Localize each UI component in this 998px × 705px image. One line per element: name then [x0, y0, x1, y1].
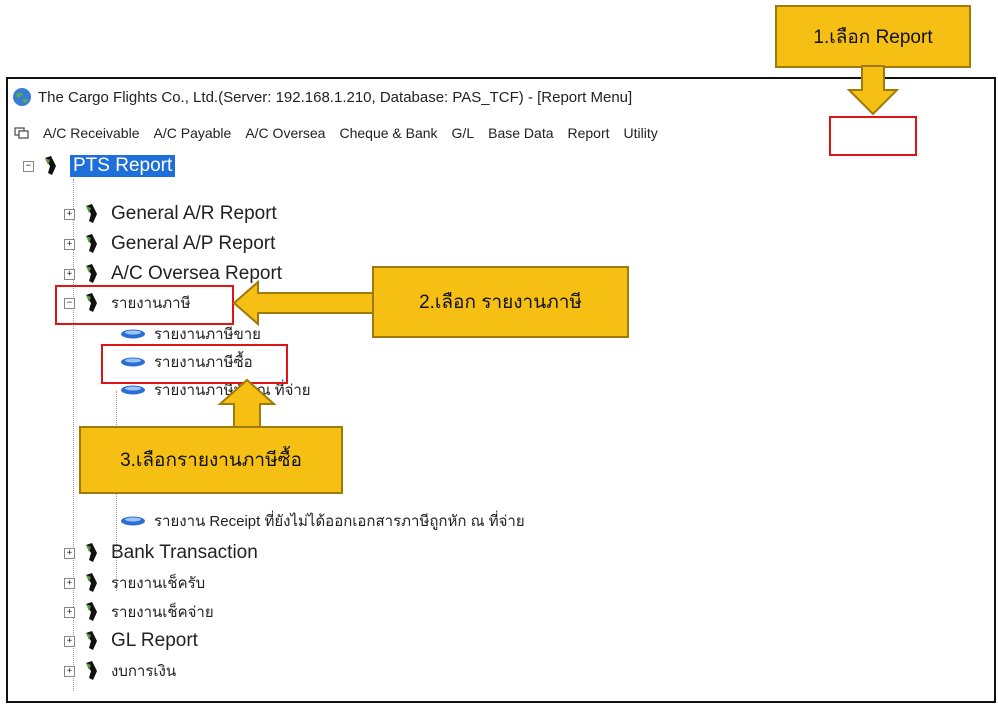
tree-group-label: รายงานเช็ครับ [111, 575, 206, 592]
app-globe-icon [13, 88, 31, 106]
callout-step1-text: 1.เลือก Report [813, 26, 933, 48]
tree-group-cheque-received[interactable]: + รายงานเช็ครับ [64, 570, 205, 596]
menu-gl[interactable]: G/L [445, 125, 482, 141]
menu-utility[interactable]: Utility [617, 125, 665, 141]
report-folder-icon [86, 234, 97, 253]
tree-group-label: งบการเงิน [111, 663, 177, 680]
report-folder-icon [86, 602, 97, 621]
menu-ac-receivable[interactable]: A/C Receivable [36, 125, 147, 141]
expand-toggle[interactable]: + [64, 238, 75, 250]
report-folder-icon [45, 156, 56, 175]
menu-report[interactable]: Report [561, 125, 617, 141]
report-item-icon [121, 385, 145, 395]
tree-group-bank[interactable]: + Bank Transaction [64, 540, 258, 566]
expand-toggle[interactable]: + [64, 577, 75, 589]
collapse-toggle[interactable]: − [23, 160, 34, 172]
report-folder-icon [86, 204, 97, 223]
tree-group-label: General A/R Report [111, 203, 277, 224]
expand-toggle[interactable]: + [64, 268, 75, 280]
tree-item-receipt-withholding[interactable]: รายงาน Receipt ที่ยังไม่ได้ออกเอกสารภาษี… [120, 508, 525, 534]
menu-cheque-bank[interactable]: Cheque & Bank [332, 125, 444, 141]
menu-ac-payable[interactable]: A/C Payable [147, 125, 239, 141]
menu-ac-oversea[interactable]: A/C Oversea [238, 125, 332, 141]
highlight-report-menu [829, 116, 917, 156]
window-title: The Cargo Flights Co., Ltd.(Server: 192.… [38, 88, 633, 106]
tree-group-label: รายงานเช็คจ่าย [111, 604, 214, 621]
tree-root[interactable]: − PTS Report [23, 153, 176, 179]
tree-group-cheque-paid[interactable]: + รายงานเช็คจ่าย [64, 599, 214, 625]
expand-toggle[interactable]: + [64, 208, 75, 220]
mdi-child-icon[interactable] [14, 126, 30, 140]
expand-toggle[interactable]: + [64, 606, 75, 618]
tree-group-financial[interactable]: + งบการเงิน [64, 658, 176, 684]
report-item-icon [121, 329, 145, 339]
report-folder-icon [86, 543, 97, 562]
report-menu-window: The Cargo Flights Co., Ltd.(Server: 192.… [6, 77, 996, 703]
tree-group-ar[interactable]: + General A/R Report [64, 201, 277, 227]
tree-group-gl[interactable]: + GL Report [64, 628, 198, 654]
highlight-tax-group [55, 285, 234, 325]
callout-step1: 1.เลือก Report [775, 5, 971, 68]
expand-toggle[interactable]: + [64, 547, 75, 559]
arrow-down-icon [846, 65, 900, 116]
tree-root-label: PTS Report [70, 155, 176, 177]
report-folder-icon [86, 631, 97, 650]
tree-item-label: รายงาน Receipt ที่ยังไม่ได้ออกเอกสารภาษี… [154, 513, 525, 530]
menu-base-data[interactable]: Base Data [481, 125, 560, 141]
callout-step3-text: 3.เลือกรายงานภาษีซื้อ [120, 450, 302, 471]
arrow-up-icon [217, 378, 277, 428]
callout-step2: 2.เลือก รายงานภาษี [372, 266, 629, 338]
report-folder-icon [86, 264, 97, 283]
tree-group-label: GL Report [111, 630, 198, 651]
callout-step2-text: 2.เลือก รายงานภาษี [419, 292, 582, 313]
report-folder-icon [86, 661, 97, 680]
tree-group-label: General A/P Report [111, 233, 276, 254]
report-item-icon [121, 516, 145, 526]
callout-step3: 3.เลือกรายงานภาษีซื้อ [79, 426, 343, 494]
report-folder-icon [86, 573, 97, 592]
expand-toggle[interactable]: + [64, 635, 75, 647]
tree-group-ap[interactable]: + General A/P Report [64, 231, 275, 257]
tree-group-label: Bank Transaction [111, 542, 258, 563]
expand-toggle[interactable]: + [64, 665, 75, 677]
arrow-left-icon [232, 279, 374, 327]
